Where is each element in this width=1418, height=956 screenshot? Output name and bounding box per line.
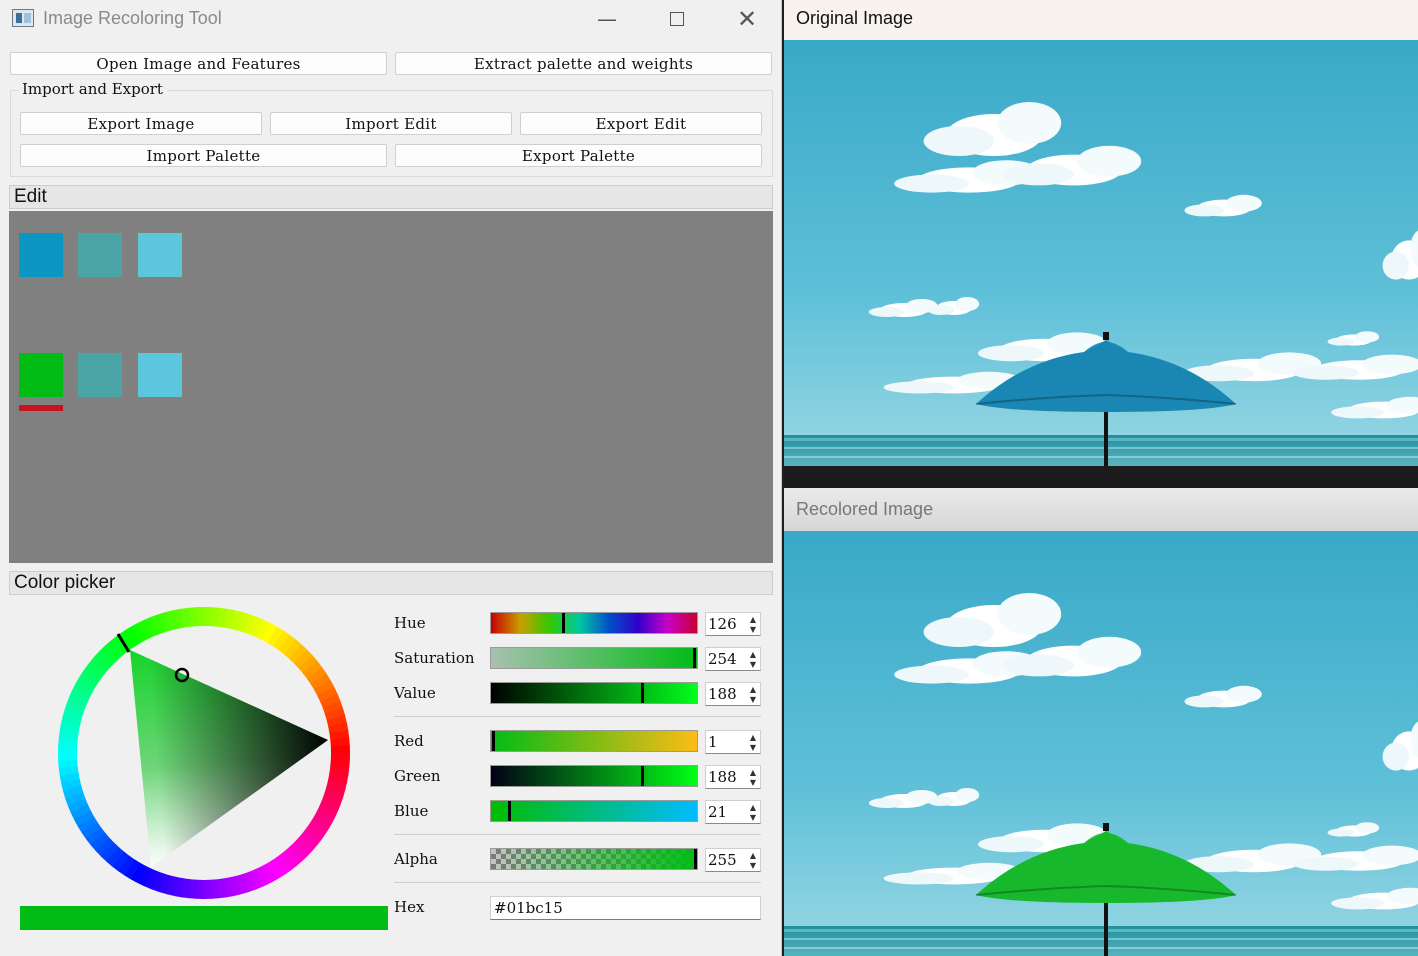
saturation-spinbox[interactable]: 254 ▲ ▼ <box>705 647 761 671</box>
hue-wheel[interactable] <box>56 605 352 901</box>
original-image-view <box>784 40 1418 466</box>
value-slider[interactable] <box>490 682 698 704</box>
maximize-icon[interactable] <box>642 0 712 38</box>
edit-section-header: Edit <box>9 185 773 209</box>
edited-swatch-2[interactable] <box>78 353 122 397</box>
minimize-icon[interactable]: — <box>572 0 642 38</box>
palette-edit-area[interactable] <box>9 211 773 563</box>
export-image-button[interactable]: Export Image <box>20 112 262 135</box>
import-edit-button[interactable]: Import Edit <box>270 112 512 135</box>
recoloring-tool-window: Image Recoloring Tool — ✕ Open Image and… <box>0 0 782 956</box>
red-slider-handle[interactable] <box>492 731 495 751</box>
import-export-group-title: Import and Export <box>18 80 167 98</box>
value-label: Value <box>394 684 436 702</box>
separator <box>394 834 761 835</box>
open-image-button[interactable]: Open Image and Features <box>10 52 387 75</box>
hue-slider[interactable] <box>490 612 698 634</box>
red-spinbox[interactable]: 1 ▲ ▼ <box>705 730 761 754</box>
original-image-title: Original Image <box>796 8 914 28</box>
value-spinbox[interactable]: 188 ▲ ▼ <box>705 682 761 706</box>
hue-label: Hue <box>394 614 426 632</box>
selected-swatch-marker <box>19 405 63 411</box>
hex-input[interactable]: #01bc15 <box>490 896 761 920</box>
blue-slider[interactable] <box>490 800 698 822</box>
current-color-preview <box>20 906 388 930</box>
alpha-slider-handle[interactable] <box>694 849 697 869</box>
title-bar[interactable]: Image Recoloring Tool — ✕ <box>0 0 782 40</box>
separator <box>394 882 761 883</box>
extract-palette-button[interactable]: Extract palette and weights <box>395 52 772 75</box>
original-swatch-3[interactable] <box>138 233 182 277</box>
hue-slider-handle[interactable] <box>562 613 565 633</box>
alpha-spinbox[interactable]: 255 ▲ ▼ <box>705 848 761 872</box>
blue-slider-handle[interactable] <box>508 801 511 821</box>
edited-swatch-3[interactable] <box>138 353 182 397</box>
hex-label: Hex <box>394 898 425 916</box>
export-palette-button[interactable]: Export Palette <box>395 144 762 167</box>
alpha-slider[interactable] <box>490 848 698 870</box>
hue-spinbox[interactable]: 126 ▲ ▼ <box>705 612 761 636</box>
red-label: Red <box>394 732 424 750</box>
saturation-slider[interactable] <box>490 647 698 669</box>
separator <box>394 716 761 717</box>
original-swatch-1[interactable] <box>19 233 63 277</box>
green-slider-handle[interactable] <box>641 766 644 786</box>
recolored-image-titlebar[interactable]: Recolored Image <box>784 488 1418 531</box>
blue-label: Blue <box>394 802 429 820</box>
recolored-image-view <box>784 531 1418 956</box>
green-spinbox[interactable]: 188 ▲ ▼ <box>705 765 761 789</box>
alpha-label: Alpha <box>394 850 438 868</box>
recolored-image-title: Recolored Image <box>796 499 934 519</box>
edited-swatch-1[interactable] <box>19 353 63 397</box>
saturation-label: Saturation <box>394 649 475 667</box>
import-palette-button[interactable]: Import Palette <box>20 144 387 167</box>
window-gap <box>784 466 1418 488</box>
app-icon <box>12 9 34 27</box>
green-slider[interactable] <box>490 765 698 787</box>
original-image-titlebar[interactable]: Original Image <box>784 0 1418 40</box>
green-label: Green <box>394 767 441 785</box>
blue-spinbox[interactable]: 21 ▲ ▼ <box>705 800 761 824</box>
recolored-beach-image <box>784 531 1418 956</box>
original-swatch-2[interactable] <box>78 233 122 277</box>
color-picker-section-header: Color picker <box>9 571 773 595</box>
original-beach-image <box>784 40 1418 466</box>
export-edit-button[interactable]: Export Edit <box>520 112 762 135</box>
red-slider[interactable] <box>490 730 698 752</box>
window-title: Image Recoloring Tool <box>43 8 222 28</box>
saturation-slider-handle[interactable] <box>693 648 696 668</box>
value-slider-handle[interactable] <box>641 683 644 703</box>
close-icon[interactable]: ✕ <box>712 0 782 38</box>
